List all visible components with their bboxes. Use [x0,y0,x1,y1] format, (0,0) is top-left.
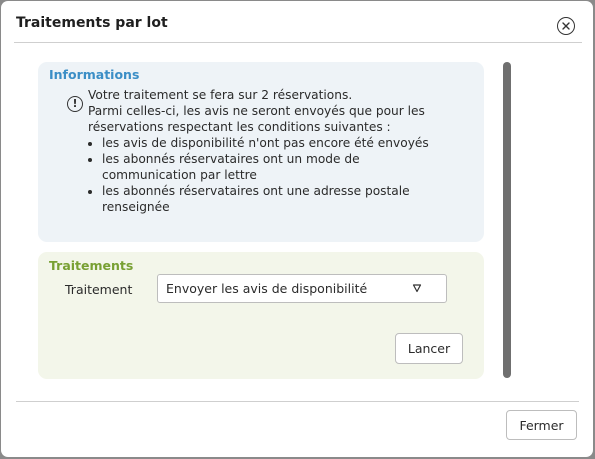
chevron-down-icon [412,284,422,293]
traitements-heading: Traitements [49,258,134,273]
conditions-list: les avis de disponibilité n'ont pas enco… [88,135,448,215]
info-line-conditions: Parmi celles-ci, les avis ne seront envo… [88,104,425,134]
traitement-select-value: Envoyer les avis de disponibilité [166,281,368,296]
exclamation-circle-icon: ! [67,96,83,112]
traitements-panel: Traitements Traitement Envoyer les avis … [38,252,484,379]
content-scrollbar[interactable] [503,62,511,378]
dialog-title: Traitements par lot [16,15,168,31]
batch-dialog: Traitements par lot Informations ! Votre… [1,1,593,457]
informations-text: Votre traitement se fera sur 2 réservati… [88,87,448,215]
dialog-content: Informations ! Votre traitement se fera … [38,62,514,380]
condition-item: les abonnés réservataires ont un mode de… [102,151,448,183]
condition-item: les abonnés réservataires ont une adress… [102,183,448,215]
info-line-count: Votre traitement se fera sur 2 réservati… [88,88,353,102]
close-circle-icon[interactable] [557,17,575,35]
lancer-button[interactable]: Lancer [395,333,463,364]
traitement-select[interactable]: Envoyer les avis de disponibilité [157,274,447,303]
fermer-button[interactable]: Fermer [506,410,577,440]
informations-panel: Informations ! Votre traitement se fera … [38,62,484,242]
footer-divider [16,401,579,402]
header-divider [14,42,582,43]
informations-heading: Informations [49,67,140,82]
condition-item: les avis de disponibilité n'ont pas enco… [102,135,448,151]
traitement-field-label: Traitement [65,282,133,297]
